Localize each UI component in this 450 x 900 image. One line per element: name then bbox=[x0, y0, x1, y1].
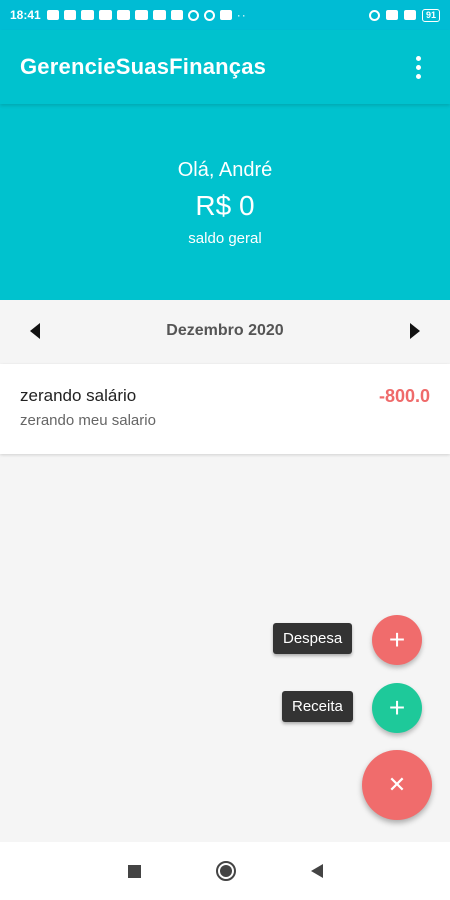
youtube-icon bbox=[116, 10, 130, 20]
alarm-icon bbox=[368, 9, 380, 21]
close-icon: ✕ bbox=[387, 772, 407, 797]
balance-value: R$ 0 bbox=[195, 190, 255, 221]
transaction-description: zerando meu salario bbox=[20, 412, 156, 429]
app-title: GerencieSuasFinanças bbox=[20, 54, 267, 79]
income-fab-label[interactable]: Receita bbox=[282, 691, 353, 722]
youtube-icon bbox=[98, 10, 112, 20]
greeting-text: Olá, André bbox=[177, 159, 273, 181]
transaction-item[interactable]: zerando salário zerando meu salario -800… bbox=[0, 364, 450, 454]
instagram-icon bbox=[187, 9, 199, 21]
next-month-icon[interactable] bbox=[409, 323, 420, 339]
system-nav-bar bbox=[0, 842, 450, 900]
balance-label: saldo geral bbox=[188, 230, 262, 247]
system-icons: 91 bbox=[368, 8, 440, 22]
expense-fab-label[interactable]: Despesa bbox=[273, 623, 353, 654]
previous-month-icon[interactable] bbox=[30, 323, 40, 339]
home-icon[interactable] bbox=[215, 861, 236, 881]
battery-icon: 91 bbox=[421, 8, 440, 22]
plus-icon: + bbox=[388, 624, 406, 655]
recent-apps-icon[interactable] bbox=[127, 864, 141, 878]
plus-icon: + bbox=[388, 692, 406, 723]
status-time: 18:41 bbox=[10, 8, 41, 22]
add-income-button[interactable]: + bbox=[372, 683, 422, 733]
overflow-menu-icon[interactable] bbox=[406, 52, 430, 82]
month-label: Dezembro 2020 bbox=[166, 322, 284, 339]
transaction-title: zerando salário bbox=[20, 386, 137, 405]
transaction-amount: -800.0 bbox=[378, 386, 430, 406]
back-icon[interactable] bbox=[310, 864, 323, 878]
notification-icons: ·· bbox=[46, 8, 247, 22]
more-notifications-icon: ·· bbox=[236, 8, 247, 22]
wifi-icon bbox=[403, 10, 416, 20]
tool-icon bbox=[63, 10, 76, 20]
app-bar: GerencieSuasFinanças bbox=[0, 30, 450, 104]
month-selector: Dezembro 2020 bbox=[0, 300, 450, 362]
youtube-icon bbox=[80, 10, 94, 20]
add-expense-button[interactable]: + bbox=[372, 615, 422, 665]
signal-icon bbox=[385, 10, 398, 20]
fab-close-button[interactable]: ✕ bbox=[362, 750, 432, 820]
youtube-icon bbox=[152, 10, 166, 20]
gmail-icon bbox=[219, 10, 232, 20]
facebook-icon bbox=[170, 10, 183, 20]
youtube-icon bbox=[134, 10, 148, 20]
balance-header: Olá, André R$ 0 saldo geral bbox=[0, 104, 450, 300]
notification-icon bbox=[46, 10, 59, 20]
instagram-icon bbox=[203, 9, 215, 21]
status-bar: 18:41 ·· 91 bbox=[0, 0, 450, 30]
